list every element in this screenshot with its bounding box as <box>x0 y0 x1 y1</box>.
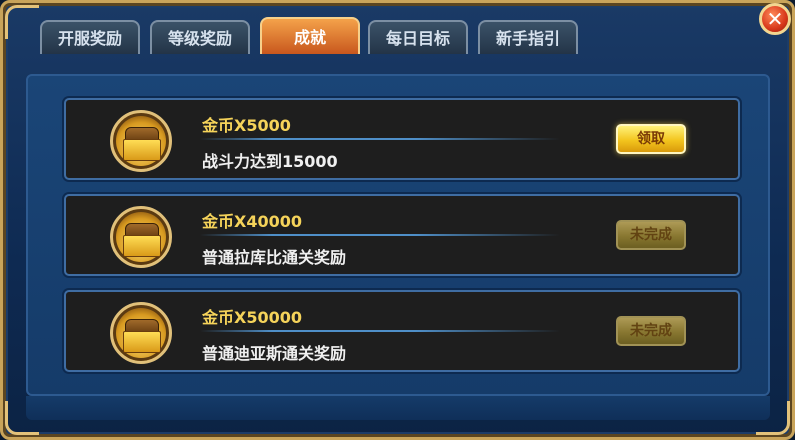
tab-achievements[interactable]: 成就 <box>260 17 360 54</box>
achievement-list[interactable]: 金币X5000 战斗力达到15000 领取 金币X40000 普通拉库比通关奖励… <box>26 74 770 396</box>
row-divider <box>200 234 560 236</box>
close-icon: ✕ <box>766 7 784 31</box>
reward-amount: 金币X5000 <box>202 116 291 135</box>
tab-level-rewards[interactable]: 等级奖励 <box>150 20 250 54</box>
tab-beginner-guide[interactable]: 新手指引 <box>478 20 578 54</box>
claim-button[interactable]: 领取 <box>616 124 686 154</box>
achievement-description: 普通迪亚斯通关奖励 <box>202 344 347 363</box>
achievement-row: 金币X5000 战斗力达到15000 领取 <box>64 98 740 180</box>
incomplete-button[interactable]: 未完成 <box>616 220 686 250</box>
achievement-row: 金币X50000 普通迪亚斯通关奖励 未完成 <box>64 290 740 372</box>
tab-daily-goals[interactable]: 每日目标 <box>368 20 468 54</box>
achievement-description: 普通拉库比通关奖励 <box>202 248 347 267</box>
tab-server-opening-rewards[interactable]: 开服奖励 <box>40 20 140 54</box>
reward-amount: 金币X40000 <box>202 212 303 231</box>
achievement-row: 金币X40000 普通拉库比通关奖励 未完成 <box>64 194 740 276</box>
frame-corner-ornament <box>5 5 39 39</box>
close-button[interactable]: ✕ <box>759 3 791 35</box>
treasure-chest-icon <box>110 110 172 172</box>
row-divider <box>200 330 560 332</box>
reward-amount: 金币X50000 <box>202 308 303 327</box>
treasure-chest-icon <box>110 302 172 364</box>
row-divider <box>200 138 560 140</box>
incomplete-button[interactable]: 未完成 <box>616 316 686 346</box>
panel-footer <box>26 396 770 420</box>
treasure-chest-icon <box>110 206 172 268</box>
achievement-description: 战斗力达到15000 <box>202 152 338 171</box>
